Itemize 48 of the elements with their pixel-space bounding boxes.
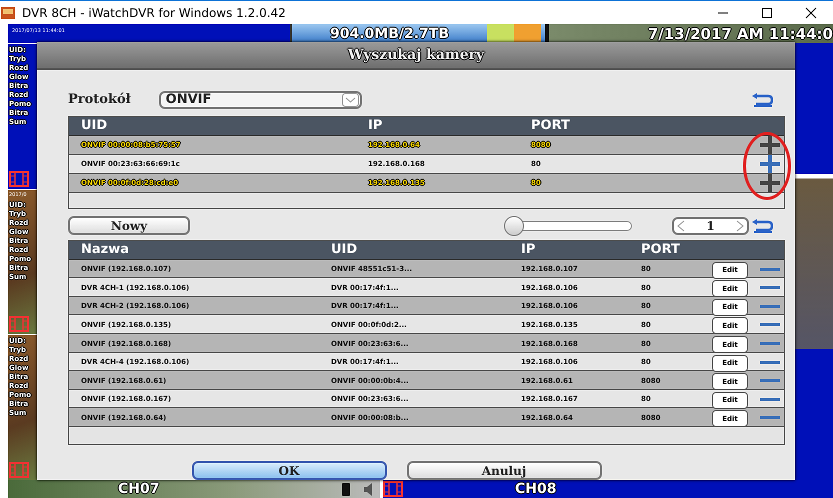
new-button[interactable]: Nowy	[68, 216, 190, 236]
minus-icon[interactable]	[760, 304, 780, 308]
minus-icon[interactable]	[760, 268, 780, 271]
dialog-button[interactable]: Anuluj	[406, 461, 602, 480]
film-icon	[9, 316, 29, 332]
plus-icon[interactable]	[760, 154, 780, 173]
previous-page-icon[interactable]	[676, 220, 686, 232]
plus-icon[interactable]	[760, 174, 780, 192]
channel-label: CH08	[515, 481, 556, 497]
minus-icon[interactable]	[760, 360, 780, 364]
protocol-label: Protokół	[68, 92, 131, 108]
dialog-title: Wyszukaj kamery	[348, 46, 484, 63]
column-header: IP	[367, 118, 384, 134]
minus-icon[interactable]	[760, 342, 780, 346]
minus-icon[interactable]	[760, 323, 780, 326]
speaker-icon	[362, 482, 374, 496]
phone-icon	[340, 482, 352, 496]
zoom-slider[interactable]	[504, 216, 632, 236]
minus-icon[interactable]	[760, 286, 780, 290]
film-icon	[9, 462, 29, 478]
storage-bar: 904.0MB/2.7TB	[290, 24, 545, 43]
column-header: IP	[520, 242, 536, 258]
caret-icon	[342, 92, 359, 107]
next-page-icon[interactable]	[734, 220, 745, 232]
page-number: 1	[706, 218, 715, 233]
minus-icon[interactable]	[760, 398, 780, 401]
clock: 7/13/2017 AM 11:44:0	[648, 24, 833, 42]
film-icon	[9, 170, 29, 187]
column-header: PORT	[530, 118, 571, 134]
minus-icon[interactable]	[760, 379, 780, 382]
slider-thumb[interactable]	[504, 216, 524, 236]
channel-label: CH07	[118, 481, 160, 497]
back-icon[interactable]	[751, 218, 773, 234]
close-icon[interactable]	[805, 6, 817, 18]
highlight-circle	[743, 132, 791, 200]
back-icon[interactable]	[751, 92, 773, 108]
window-title: DVR 8CH - iWatchDVR for Windows 1.2.0.42	[22, 6, 287, 20]
column-header: Nazwa	[80, 242, 130, 258]
dialog-button[interactable]: OK	[192, 461, 386, 480]
film-icon	[383, 481, 403, 497]
maximize-icon[interactable]	[761, 6, 773, 18]
plus-icon[interactable]	[760, 136, 780, 154]
minus-icon[interactable]	[760, 416, 780, 420]
app-icon	[0, 4, 16, 20]
protocol-dropdown[interactable]: ONVIF	[158, 90, 362, 109]
column-header: PORT	[640, 242, 681, 258]
column-header: UID	[80, 118, 108, 134]
column-header: UID	[330, 242, 358, 258]
